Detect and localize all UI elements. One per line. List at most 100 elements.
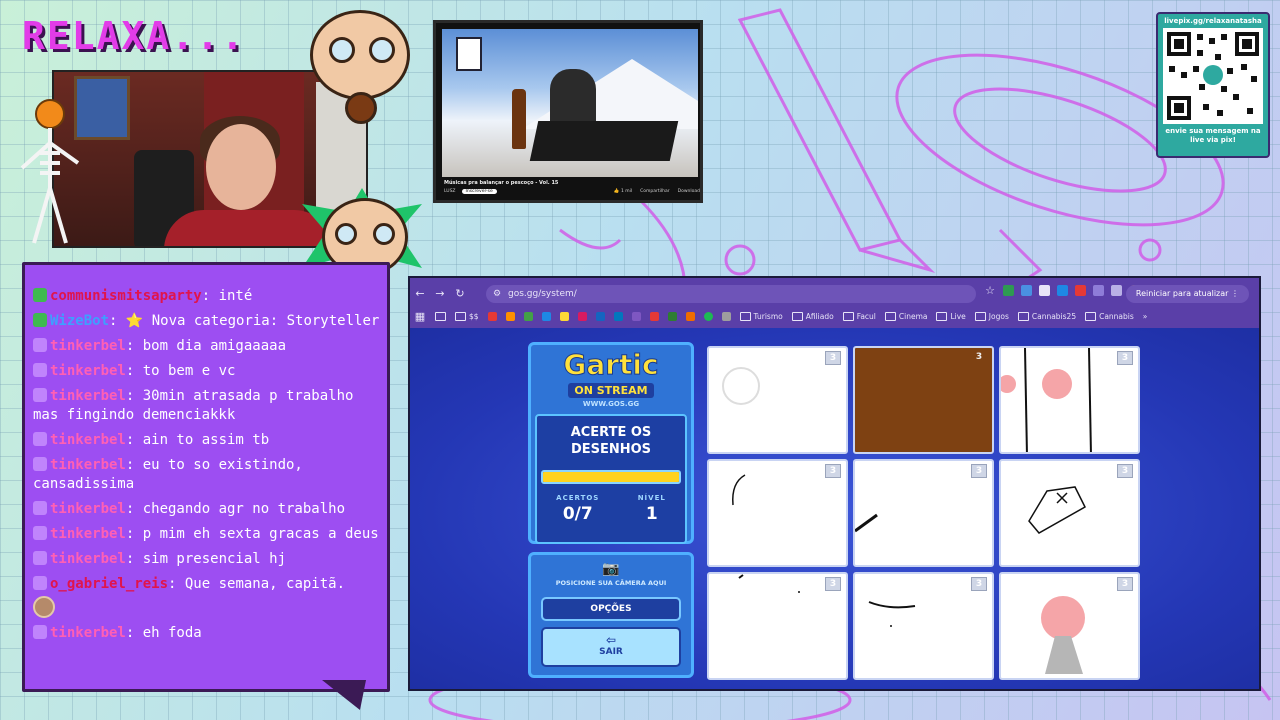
subscribe-button[interactable]: Inscrever-se xyxy=(461,189,497,194)
dj-deck xyxy=(529,121,679,161)
bookmark-icon[interactable] xyxy=(523,311,533,321)
site-info-icon[interactable]: ⚙ xyxy=(493,285,501,303)
user-badge-icon xyxy=(33,576,47,590)
chat-message: tinkerbel: sim presencial hj xyxy=(33,550,381,569)
bookmark-icon[interactable] xyxy=(721,311,731,321)
chat-username[interactable]: tinkerbel xyxy=(50,551,126,567)
chat-username[interactable]: o_gabriel_reis xyxy=(50,576,168,592)
qr-code-pattern xyxy=(1167,32,1259,120)
like-button[interactable]: 👍 1 mil xyxy=(614,189,632,194)
options-button[interactable]: OPÇÕES xyxy=(541,597,681,621)
chat-username[interactable]: WizeBot xyxy=(50,313,109,329)
chat-text: chegando agr no trabalho xyxy=(142,501,346,517)
drawing-tile[interactable]: 3 xyxy=(999,346,1140,454)
extension-icon[interactable] xyxy=(1093,285,1104,296)
chat-username[interactable]: tinkerbel xyxy=(50,363,126,379)
tile-badge: 3 xyxy=(825,464,841,478)
share-button[interactable]: Compartilhar xyxy=(640,189,669,194)
drawing-tile[interactable]: 3 xyxy=(707,572,848,680)
hits-value: 0/7 xyxy=(562,504,593,524)
chat-text: Que semana, capitã. xyxy=(184,576,346,592)
extension-icon[interactable] xyxy=(1039,285,1050,296)
chat-text: p mim eh sexta gracas a deus xyxy=(142,526,379,542)
chat-username[interactable]: tinkerbel xyxy=(50,338,126,354)
extension-icon[interactable] xyxy=(1057,285,1068,296)
progress-fill xyxy=(543,472,679,482)
drawing-tile[interactable]: 3 xyxy=(707,459,848,567)
facebook-icon[interactable] xyxy=(595,311,605,321)
update-button[interactable]: Reiniciar para atualizar ⋮ xyxy=(1125,285,1249,303)
reload-icon[interactable]: ↻ xyxy=(450,287,470,300)
like-count: 1 mil xyxy=(620,189,633,194)
extensions-row: ☆ xyxy=(984,284,1140,297)
extension-icon[interactable] xyxy=(1075,285,1086,296)
video-qr-code xyxy=(456,37,482,71)
gartic-side-panel: Gartic ON STREAM WWW.GOS.GG ACERTE OS DE… xyxy=(528,342,698,678)
chat-username[interactable]: tinkerbel xyxy=(50,501,126,517)
bookmark-icon[interactable] xyxy=(487,311,497,321)
channel-name[interactable]: LUSZ xyxy=(444,189,456,194)
chat-separator: : xyxy=(125,457,143,473)
chat-text: inté xyxy=(218,288,253,304)
drawing-tile[interactable]: 3 xyxy=(999,459,1140,567)
bookmark-icon[interactable] xyxy=(685,311,695,321)
chat-message: o_gabriel_reis: Que semana, capitã. xyxy=(33,575,381,618)
user-badge-icon xyxy=(33,288,47,302)
tile-badge: 3 xyxy=(825,577,841,591)
address-bar[interactable]: ⚙ gos.gg/system/ xyxy=(486,285,976,303)
chat-text: ain to assim tb xyxy=(142,432,270,448)
chat-username[interactable]: communismitsaparty xyxy=(50,288,202,304)
chat-username[interactable]: tinkerbel xyxy=(50,388,126,404)
linkedin-icon[interactable] xyxy=(613,311,623,321)
chat-username[interactable]: tinkerbel xyxy=(50,457,126,473)
extension-icon[interactable] xyxy=(1003,285,1014,296)
bookmark-folder-facul[interactable]: Facul xyxy=(843,312,876,321)
bookmark-folder-afiliado[interactable]: Afiliado xyxy=(792,312,834,321)
youtube-icon[interactable] xyxy=(649,311,659,321)
chat-message: tinkerbel: ain to assim tb xyxy=(33,431,381,450)
bookmark-folder-cannabis25[interactable]: Cannabis25 xyxy=(1018,312,1076,321)
chat-message: communismitsaparty: inté xyxy=(33,287,381,306)
more-bookmarks-icon[interactable]: » xyxy=(1143,312,1148,321)
hits-label: ACERTOS xyxy=(556,494,600,502)
exit-button[interactable]: ⇦ SAIR xyxy=(541,627,681,667)
apps-grid-icon[interactable]: ▦ xyxy=(414,310,426,323)
puzzle-icon[interactable] xyxy=(1111,285,1122,296)
instagram-icon[interactable] xyxy=(577,311,587,321)
bookmark-icon[interactable] xyxy=(559,311,569,321)
forward-icon[interactable]: → xyxy=(430,287,450,300)
extension-icon[interactable] xyxy=(1021,285,1032,296)
video-player[interactable]: Músicas pra balançar o pescoço - Vol. 15… xyxy=(433,20,703,203)
bookmark-folder-turismo[interactable]: Turismo xyxy=(740,312,783,321)
bookmark-folder-jogos[interactable]: Jogos xyxy=(975,312,1009,321)
bookmark-folder[interactable]: $$ xyxy=(455,312,479,321)
mission-stats: ACERTOS 0/7 NÍVEL 1 xyxy=(537,494,685,524)
drawing-tile[interactable]: 3 xyxy=(853,572,994,680)
dj-figure xyxy=(550,69,596,129)
back-icon[interactable]: ← xyxy=(410,287,430,300)
download-button[interactable]: Download xyxy=(678,189,700,194)
tile-badge: 3 xyxy=(1117,464,1133,478)
bookmark-icon[interactable] xyxy=(631,311,641,321)
bookmark-icon[interactable] xyxy=(505,311,515,321)
spotify-icon[interactable] xyxy=(703,311,713,321)
drawing-tile[interactable]: 3 xyxy=(853,459,994,567)
bookmark-star-icon[interactable]: ☆ xyxy=(984,284,996,297)
bookmark-icon[interactable] xyxy=(541,311,551,321)
bookmark-folder-cannabis[interactable]: Cannabis xyxy=(1085,312,1134,321)
chat-username[interactable]: tinkerbel xyxy=(50,432,126,448)
drawing-tile[interactable]: 3 xyxy=(999,572,1140,680)
user-badge-icon xyxy=(33,313,47,327)
drawing-tile[interactable]: 3 xyxy=(707,346,848,454)
kick-icon[interactable] xyxy=(667,311,677,321)
chat-username[interactable]: tinkerbel xyxy=(50,625,126,641)
chat-message: tinkerbel: chegando agr no trabalho xyxy=(33,500,381,519)
bookmark-folder-live[interactable]: Live xyxy=(936,312,965,321)
gartic-url: WWW.GOS.GG xyxy=(582,400,640,408)
mascot-eye-right xyxy=(369,37,395,63)
bookmark-folder[interactable] xyxy=(435,312,446,321)
address-row: ← → ↻ ⚙ gos.gg/system/ ☆ Reiniciar para … xyxy=(410,282,1259,304)
bookmark-folder-cinema[interactable]: Cinema xyxy=(885,312,928,321)
drawing-tile[interactable]: 3 xyxy=(853,346,994,454)
chat-username[interactable]: tinkerbel xyxy=(50,526,126,542)
